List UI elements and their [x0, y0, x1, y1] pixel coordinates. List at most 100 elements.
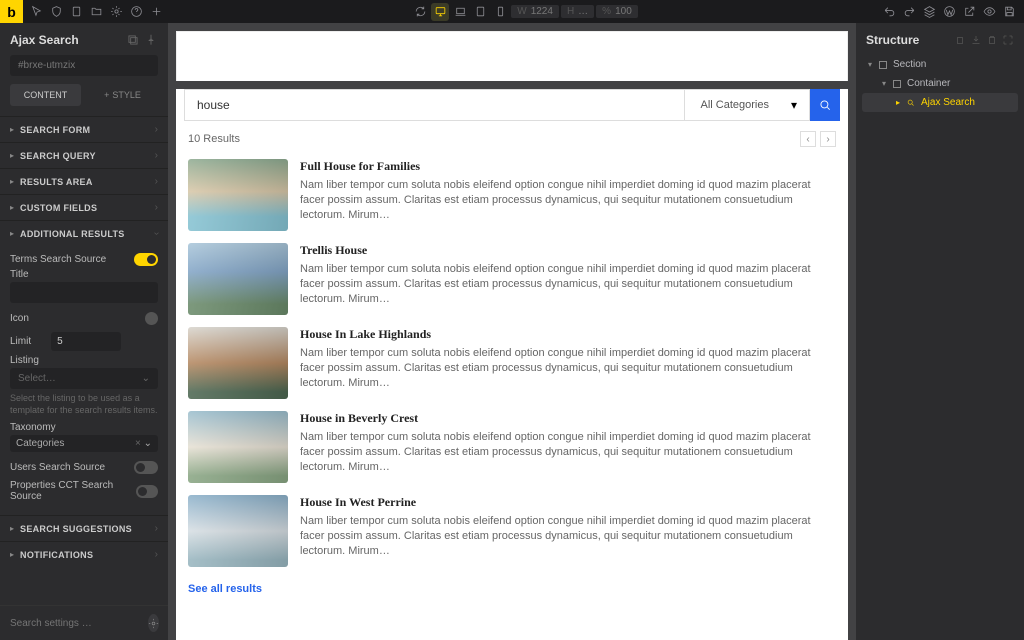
height-box[interactable]: H… — [561, 5, 594, 18]
tree-node-ajax-search[interactable]: ▸Ajax Search — [862, 93, 1018, 112]
tablet-icon[interactable] — [471, 3, 489, 21]
tab-style[interactable]: +STYLE — [87, 84, 158, 106]
folder-icon[interactable] — [87, 3, 105, 21]
chevron-right-icon: › — [155, 124, 158, 135]
listing-helper: Select the listing to be used as a templ… — [10, 393, 158, 416]
section-icon — [877, 59, 888, 70]
chevron-right-icon: › — [155, 176, 158, 187]
section-custom-fields[interactable]: ▸CUSTOM FIELDS› — [0, 194, 168, 220]
add-icon[interactable] — [147, 3, 165, 21]
undo-icon[interactable] — [880, 3, 898, 21]
expand-icon[interactable] — [1002, 34, 1014, 46]
triangle-icon: ▸ — [10, 177, 14, 186]
search-button[interactable] — [810, 89, 840, 121]
result-thumb — [188, 159, 288, 231]
taxonomy-select[interactable]: Categories× ⌄ — [10, 435, 158, 452]
clear-icon[interactable]: × — [135, 438, 141, 449]
canvas-spacer — [176, 31, 848, 81]
download-icon[interactable] — [970, 34, 982, 46]
sidebar-header: Ajax Search — [0, 23, 168, 55]
copy-icon[interactable] — [954, 34, 966, 46]
result-desc: Nam liber tempor cum soluta nobis eleife… — [300, 514, 836, 559]
listing-select[interactable]: Select…⌄ — [10, 368, 158, 389]
trash-icon[interactable] — [986, 34, 998, 46]
layers-icon[interactable] — [920, 3, 938, 21]
refresh-icon[interactable] — [411, 3, 429, 21]
page-icon[interactable] — [67, 3, 85, 21]
result-title: House In Lake Highlands — [300, 327, 836, 342]
gear-icon[interactable] — [148, 614, 159, 632]
canvas: All Categories▾ 10 Results ‹ › Full Hous… — [168, 23, 856, 640]
tree-node-section[interactable]: ▾Section — [862, 55, 1018, 74]
width-box[interactable]: W1224 — [511, 5, 559, 18]
structure-tree: ▾Section ▾Container ▸Ajax Search — [856, 55, 1024, 112]
laptop-icon[interactable] — [451, 3, 469, 21]
limit-input[interactable] — [51, 332, 121, 351]
structure-title: Structure — [866, 33, 919, 47]
container-icon — [891, 78, 902, 89]
top-toolbar: b W1224 H… %100 — [0, 0, 1024, 23]
wordpress-icon[interactable] — [940, 3, 958, 21]
sidebar-footer — [0, 605, 168, 640]
result-thumb — [188, 495, 288, 567]
result-desc: Nam liber tempor cum soluta nobis eleife… — [300, 430, 836, 475]
structure-header: Structure — [856, 23, 1024, 55]
icon-label: Icon — [10, 313, 29, 324]
result-item[interactable]: House in Beverly Crest Nam liber tempor c… — [176, 405, 848, 489]
prev-button[interactable]: ‹ — [800, 131, 816, 147]
chevron-right-icon: › — [155, 202, 158, 213]
result-title: Trellis House — [300, 243, 836, 258]
mobile-icon[interactable] — [491, 3, 509, 21]
left-sidebar: Ajax Search CONTENT +STYLE ▸SEARCH FORM›… — [0, 23, 168, 640]
app-logo[interactable]: b — [0, 0, 23, 23]
pin-icon[interactable] — [144, 33, 158, 47]
category-dropdown[interactable]: All Categories▾ — [685, 89, 810, 121]
clone-icon[interactable] — [126, 33, 140, 47]
search-bar: All Categories▾ — [184, 89, 840, 121]
section-notifications[interactable]: ▸NOTIFICATIONS› — [0, 541, 168, 567]
chevron-right-icon: › — [155, 523, 158, 534]
result-item[interactable]: House In West PerrineNam liber tempor cu… — [176, 489, 848, 573]
result-title: House in Beverly Crest — [300, 411, 836, 426]
tab-content[interactable]: CONTENT — [10, 84, 81, 106]
element-id-input[interactable] — [10, 55, 158, 76]
icon-picker[interactable] — [145, 312, 158, 325]
section-search-suggestions[interactable]: ▸SEARCH SUGGESTIONS› — [0, 515, 168, 541]
tree-node-container[interactable]: ▾Container — [862, 74, 1018, 93]
result-thumb — [188, 411, 288, 483]
redo-icon[interactable] — [900, 3, 918, 21]
limit-label: Limit — [10, 336, 31, 347]
result-item[interactable]: House In Lake HighlandsNam liber tempor … — [176, 321, 848, 405]
triangle-icon: ▸ — [10, 203, 14, 212]
section-results-area[interactable]: ▸RESULTS AREA› — [0, 168, 168, 194]
section-search-query[interactable]: ▸SEARCH QUERY› — [0, 142, 168, 168]
next-button[interactable]: › — [820, 131, 836, 147]
section-search-form[interactable]: ▸SEARCH FORM› — [0, 116, 168, 142]
desktop-icon[interactable] — [431, 3, 449, 21]
sidebar-title: Ajax Search — [10, 33, 79, 47]
results-count: 10 Results — [188, 133, 240, 145]
pagination: ‹ › — [800, 131, 836, 147]
right-sidebar: Structure ▾Section ▾Container ▸Ajax Sear… — [856, 23, 1024, 640]
section-additional-results[interactable]: ▸ADDITIONAL RESULTS› — [0, 220, 168, 246]
shield-icon[interactable] — [47, 3, 65, 21]
eye-icon[interactable] — [980, 3, 998, 21]
search-input[interactable] — [184, 89, 685, 121]
result-item[interactable]: Trellis HouseNam liber tempor cum soluta… — [176, 237, 848, 321]
zoom-box[interactable]: %100 — [596, 5, 638, 18]
result-item[interactable]: Full House for FamiliesNam liber tempor … — [176, 153, 848, 237]
users-source-toggle[interactable] — [134, 461, 158, 474]
terms-source-toggle[interactable] — [134, 253, 158, 266]
result-title: Full House for Families — [300, 159, 836, 174]
see-all-link[interactable]: See all results — [176, 573, 848, 605]
settings-icon[interactable] — [107, 3, 125, 21]
cursor-icon[interactable] — [27, 3, 45, 21]
help-icon[interactable] — [127, 3, 145, 21]
tab-row: CONTENT +STYLE — [10, 84, 158, 106]
external-icon[interactable] — [960, 3, 978, 21]
result-thumb — [188, 243, 288, 315]
title-input[interactable] — [10, 282, 158, 303]
properties-source-toggle[interactable] — [136, 485, 158, 498]
search-settings-input[interactable] — [10, 618, 142, 629]
save-icon[interactable] — [1000, 3, 1018, 21]
